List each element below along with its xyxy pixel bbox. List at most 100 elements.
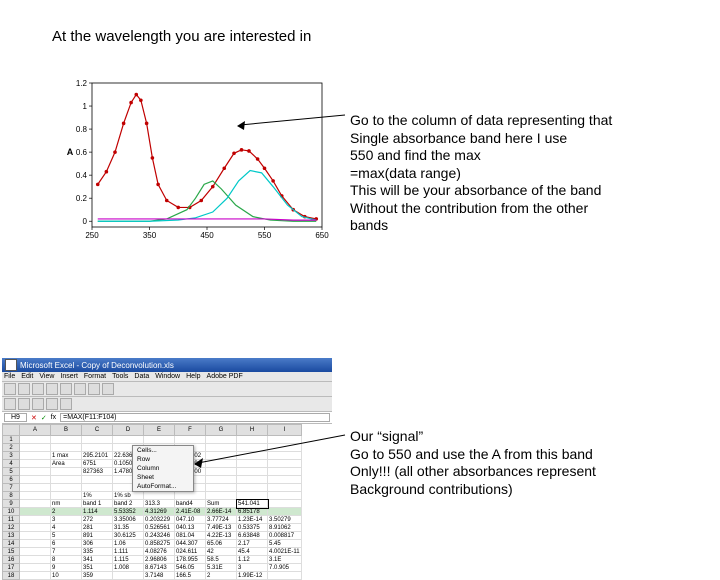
- cell[interactable]: 2.96806: [144, 556, 175, 564]
- cell[interactable]: 2.66E-14: [206, 508, 237, 516]
- cell[interactable]: 6.85178: [237, 508, 268, 516]
- cell[interactable]: [268, 484, 302, 492]
- confirm-icon[interactable]: ✓: [41, 414, 47, 422]
- cell[interactable]: [237, 460, 268, 468]
- cell[interactable]: 1.111: [113, 548, 144, 556]
- row-header[interactable]: 15: [3, 548, 20, 556]
- cell[interactable]: 7: [51, 548, 82, 556]
- cell[interactable]: [237, 476, 268, 484]
- row-header[interactable]: 5: [3, 468, 20, 476]
- cell[interactable]: [206, 436, 237, 444]
- cell[interactable]: 1.06: [113, 540, 144, 548]
- column-header[interactable]: F: [175, 425, 206, 436]
- toolbar-icon[interactable]: [88, 383, 100, 395]
- cell[interactable]: 351: [82, 564, 113, 572]
- cell[interactable]: [82, 476, 113, 484]
- cell[interactable]: 30.6125: [113, 532, 144, 540]
- cell[interactable]: [206, 492, 237, 500]
- row-header[interactable]: 10: [3, 508, 20, 516]
- cell[interactable]: [20, 548, 51, 556]
- cell[interactable]: 024.611: [175, 548, 206, 556]
- cell[interactable]: [20, 516, 51, 524]
- cell[interactable]: 4.0021E-11: [268, 548, 302, 556]
- excel-formula-bar[interactable]: H9 ✕ ✓ fx =MAX(F11:F104): [2, 412, 332, 424]
- cell[interactable]: [20, 524, 51, 532]
- cell[interactable]: [144, 492, 175, 500]
- cell[interactable]: [268, 444, 302, 452]
- cell[interactable]: [237, 468, 268, 476]
- cell[interactable]: 178.955: [175, 556, 206, 564]
- cell[interactable]: 0.53375: [237, 524, 268, 532]
- cancel-icon[interactable]: ✕: [31, 414, 37, 422]
- excel-toolbar-1[interactable]: [2, 382, 332, 397]
- cell[interactable]: [20, 556, 51, 564]
- menu-item-adobe-pdf[interactable]: Adobe PDF: [207, 373, 243, 380]
- cell[interactable]: 891: [82, 532, 113, 540]
- dropdown-item[interactable]: Row: [133, 455, 193, 464]
- row-header[interactable]: 4: [3, 460, 20, 468]
- toolbar-icon[interactable]: [32, 383, 44, 395]
- cell[interactable]: 0.243246: [144, 532, 175, 540]
- cell[interactable]: 8.91062: [268, 524, 302, 532]
- cell[interactable]: 1%: [82, 492, 113, 500]
- cell[interactable]: [20, 492, 51, 500]
- menu-item-insert[interactable]: Insert: [60, 373, 78, 380]
- row-header[interactable]: 7: [3, 484, 20, 492]
- cell[interactable]: 3: [51, 516, 82, 524]
- cell[interactable]: [237, 444, 268, 452]
- cell[interactable]: 546.05: [175, 564, 206, 572]
- cell[interactable]: [20, 468, 51, 476]
- cell[interactable]: 0.203229: [144, 516, 175, 524]
- toolbar-icon[interactable]: [74, 383, 86, 395]
- cell[interactable]: 7.49E-13: [206, 524, 237, 532]
- row-header[interactable]: 14: [3, 540, 20, 548]
- toolbar-icon[interactable]: [46, 383, 58, 395]
- cell[interactable]: [113, 436, 144, 444]
- cell[interactable]: 0.526561: [144, 524, 175, 532]
- cell[interactable]: [51, 444, 82, 452]
- cell[interactable]: [113, 572, 144, 580]
- cell[interactable]: 272: [82, 516, 113, 524]
- cell[interactable]: [268, 436, 302, 444]
- cell[interactable]: 1 max: [51, 452, 82, 460]
- cell[interactable]: [268, 460, 302, 468]
- cell[interactable]: [51, 476, 82, 484]
- cell[interactable]: [51, 484, 82, 492]
- cell[interactable]: 8: [51, 556, 82, 564]
- cell[interactable]: [237, 436, 268, 444]
- cell[interactable]: [206, 468, 237, 476]
- cell[interactable]: [206, 460, 237, 468]
- cell[interactable]: 3: [237, 564, 268, 572]
- cell[interactable]: Area: [51, 460, 82, 468]
- menu-item-edit[interactable]: Edit: [21, 373, 33, 380]
- dropdown-item[interactable]: Cells...: [133, 446, 193, 455]
- menu-item-data[interactable]: Data: [134, 373, 149, 380]
- toolbar-icon[interactable]: [32, 398, 44, 410]
- cell[interactable]: [268, 492, 302, 500]
- cell[interactable]: 335: [82, 548, 113, 556]
- cell[interactable]: 58.5: [206, 556, 237, 564]
- cell[interactable]: 9: [51, 564, 82, 572]
- cell[interactable]: [20, 532, 51, 540]
- cell[interactable]: 4.22E-13: [206, 532, 237, 540]
- cell[interactable]: 3.1E: [268, 556, 302, 564]
- cell[interactable]: 31.35: [113, 524, 144, 532]
- cell[interactable]: [20, 452, 51, 460]
- cell[interactable]: 42: [206, 548, 237, 556]
- menu-item-view[interactable]: View: [39, 373, 54, 380]
- cell[interactable]: 3.50279: [268, 516, 302, 524]
- toolbar-icon[interactable]: [60, 383, 72, 395]
- corner-cell[interactable]: [3, 425, 20, 436]
- column-header[interactable]: C: [82, 425, 113, 436]
- cell[interactable]: [20, 508, 51, 516]
- cell[interactable]: 4.08276: [144, 548, 175, 556]
- fx-icon[interactable]: fx: [51, 414, 56, 421]
- cell[interactable]: 359: [82, 572, 113, 580]
- cell[interactable]: [206, 452, 237, 460]
- cell[interactable]: 541.041: [237, 500, 268, 508]
- cell[interactable]: [206, 444, 237, 452]
- cell[interactable]: [144, 436, 175, 444]
- cell[interactable]: 3.7148: [144, 572, 175, 580]
- cell[interactable]: 040.13: [175, 524, 206, 532]
- cell[interactable]: [268, 468, 302, 476]
